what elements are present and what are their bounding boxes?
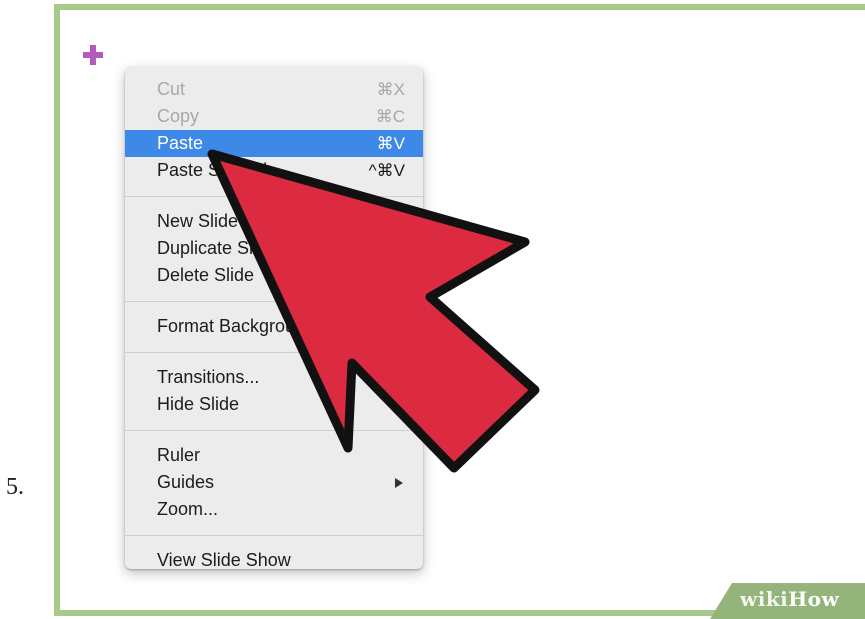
menu-item-zoom[interactable]: Zoom... — [125, 496, 423, 523]
menu-item-label: Copy — [157, 106, 200, 126]
wikihow-watermark: wikiHow — [710, 583, 865, 619]
menu-separator — [125, 301, 423, 302]
menu-item-new-slide[interactable]: New Slide — [125, 208, 423, 235]
menu-item-cut: Cut ⌘X — [125, 76, 423, 103]
menu-item-label: Duplicate Slide — [157, 238, 278, 258]
plus-icon — [83, 45, 103, 65]
menu-item-label: Paste Special... — [157, 160, 283, 180]
menu-item-ruler[interactable]: Ruler — [125, 442, 423, 469]
menu-item-hide-slide[interactable]: Hide Slide — [125, 391, 423, 418]
menu-item-format-background[interactable]: Format Background... — [125, 313, 423, 340]
menu-item-label: View Slide Show — [157, 550, 291, 570]
menu-item-delete-slide[interactable]: Delete Slide — [125, 262, 423, 289]
menu-item-paste-special[interactable]: Paste Special... ^⌘V — [125, 157, 423, 184]
menu-separator — [125, 196, 423, 197]
menu-item-paste[interactable]: Paste ⌘V — [125, 130, 423, 157]
menu-item-shortcut: ⌘V — [376, 134, 405, 153]
menu-item-copy: Copy ⌘C — [125, 103, 423, 130]
menu-separator — [125, 430, 423, 431]
menu-separator — [125, 352, 423, 353]
menu-item-label: Guides — [157, 472, 215, 492]
menu-item-label: Hide Slide — [157, 394, 240, 414]
menu-item-shortcut: ^⌘V — [368, 161, 405, 180]
context-menu: Cut ⌘X Copy ⌘C Paste ⌘V Paste Special... ^⌘V New… — [125, 67, 423, 570]
menu-item-view-slide-show[interactable]: View Slide Show — [125, 547, 423, 574]
menu-item-label: Zoom... — [157, 499, 219, 519]
chevron-right-icon — [395, 478, 403, 488]
wikihow-how-text: How — [788, 587, 840, 611]
menu-item-label: Cut — [157, 79, 186, 99]
menu-item-label: New Slide — [157, 211, 239, 231]
menu-item-label: Transitions... — [157, 367, 260, 387]
wikihow-wiki-text: wiki — [740, 587, 789, 611]
menu-item-shortcut: ⌘X — [376, 80, 405, 99]
menu-separator — [125, 535, 423, 536]
menu-item-label: Paste — [157, 133, 204, 153]
menu-item-guides[interactable]: Guides — [125, 469, 423, 496]
menu-item-label: Ruler — [157, 445, 201, 465]
menu-item-transitions[interactable]: Transitions... — [125, 364, 423, 391]
menu-item-shortcut: ⌘C — [375, 107, 405, 126]
menu-item-label: Format Background... — [157, 316, 331, 336]
menu-item-label: Delete Slide — [157, 265, 255, 285]
menu-item-duplicate-slide[interactable]: Duplicate Slide — [125, 235, 423, 262]
step-number: 5. — [6, 474, 24, 500]
